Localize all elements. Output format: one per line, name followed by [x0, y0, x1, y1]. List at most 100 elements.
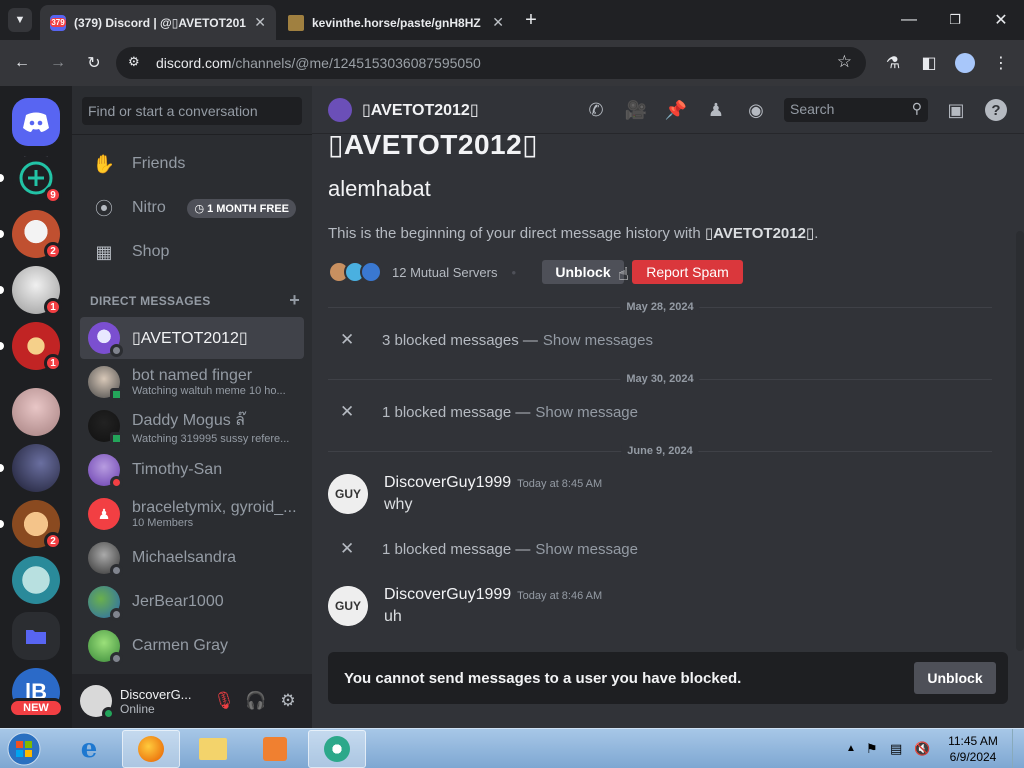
close-window-button[interactable]: ✕ — [978, 6, 1024, 34]
voice-call-icon[interactable]: ✆ — [584, 98, 608, 122]
server-icon[interactable]: 2 — [12, 500, 62, 550]
taskbar-media-icon[interactable] — [246, 730, 304, 768]
new-tab-button[interactable]: + — [520, 8, 542, 32]
header-avatar — [328, 97, 352, 122]
show-message-link[interactable]: Show message — [535, 541, 638, 558]
taskbar-firefox-icon[interactable] — [122, 730, 180, 768]
mute-mic-icon[interactable]: 🎙 — [212, 689, 236, 713]
unread-pill — [0, 342, 4, 350]
settings-gear-icon[interactable]: ⚙ — [276, 689, 300, 713]
address-bar[interactable]: ⚙ discord.com/channels/@me/1245153036087… — [116, 47, 866, 79]
nav-nitro[interactable]: ⦿ Nitro ◷ 1 MONTH FREE — [80, 187, 304, 229]
find-conversation-input[interactable]: Find or start a conversation — [82, 97, 302, 125]
side-panel-icon[interactable]: ◧ — [916, 50, 942, 76]
message-author[interactable]: DiscoverGuy1999 — [384, 586, 511, 603]
report-spam-button[interactable]: Report Spam — [632, 260, 743, 284]
back-button[interactable]: ← — [9, 50, 35, 76]
unblock-button-bottom[interactable]: Unblock — [914, 662, 996, 694]
close-tab-icon[interactable]: ✕ — [254, 14, 266, 31]
blocked-x-icon: ✕ — [340, 402, 355, 421]
clock-time: 11:45 AM — [948, 734, 998, 748]
start-button[interactable] — [4, 730, 44, 768]
dm-item[interactable]: Michaelsandra — [80, 537, 304, 579]
action-center-flag-icon[interactable]: ⚑ — [866, 741, 878, 757]
avatar — [88, 630, 123, 665]
discord-app: 9 2 1 1 2 lB NEW Find or start a convers… — [0, 86, 1024, 728]
windows-taskbar: e ▲ ⚑ ▤ 🔇 11:45 AM 6/9/2024 — [0, 728, 1024, 768]
chrome-menu-icon[interactable]: ⋮ — [988, 50, 1014, 76]
clock[interactable]: 11:45 AM 6/9/2024 — [944, 733, 1002, 765]
server-icon[interactable] — [12, 388, 60, 436]
site-info-icon[interactable]: ⚙ — [128, 54, 140, 70]
dm-item[interactable]: Daddy Mogus ล๊ Watching 319995 sussy refe… — [80, 405, 304, 447]
network-icon[interactable]: ▤ — [890, 741, 902, 757]
chat-scrollbar[interactable] — [1016, 231, 1024, 651]
nav-shop[interactable]: ▦ Shop — [80, 231, 304, 273]
paste-favicon-icon — [288, 14, 304, 31]
dm-item[interactable]: Carmen Gray — [80, 625, 304, 667]
taskbar-ie-icon[interactable]: e — [60, 730, 118, 768]
add-friends-icon[interactable]: ♟ — [704, 98, 728, 122]
search-input[interactable]: Search ⚲ — [784, 98, 928, 122]
browser-tab-paste[interactable]: kevinthe.horse/paste/gnH8HZ ✕ — [278, 5, 514, 40]
taskbar-explorer-icon[interactable] — [184, 730, 242, 768]
nav-friends[interactable]: ✋ Friends — [80, 143, 304, 185]
svg-text:GUY: GUY — [335, 487, 361, 501]
nav-label: Nitro — [132, 199, 166, 216]
server-icon[interactable] — [12, 556, 60, 604]
blocked-messages-row: ✕ 1 blocked message — Show message — [340, 538, 638, 560]
status-mobile-icon — [110, 388, 123, 401]
blocked-text: 1 blocked message — — [382, 540, 531, 558]
svg-text:GUY: GUY — [335, 599, 361, 613]
server-icon-add[interactable]: 9 — [12, 154, 62, 204]
reload-button[interactable]: ↻ — [81, 50, 107, 76]
dm-sidebar: Find or start a conversation ✋ Friends ⦿… — [72, 86, 312, 728]
server-icon[interactable]: 1 — [12, 322, 62, 372]
tab-search-button[interactable]: ▼ — [8, 8, 32, 32]
user-avatar[interactable] — [80, 685, 115, 720]
server-icon[interactable]: 2 — [12, 210, 62, 260]
inbox-icon[interactable]: ▣ — [944, 98, 968, 122]
create-dm-plus-icon[interactable]: + — [289, 291, 300, 309]
dm-item[interactable]: ♟ braceletymix, gyroid_... 10 Members — [80, 493, 304, 535]
mutual-servers[interactable]: 12 Mutual Servers • — [328, 260, 516, 284]
help-icon[interactable]: ? — [984, 98, 1008, 122]
server-icon[interactable]: 1 — [12, 266, 62, 316]
bookmark-star-icon[interactable]: ☆ — [837, 52, 852, 72]
video-call-icon[interactable]: 🎥 — [624, 98, 648, 122]
show-messages-link[interactable]: Show messages — [543, 332, 653, 349]
dm-item[interactable]: bot named finger Watching waltuh meme 10 … — [80, 361, 304, 403]
show-message-link[interactable]: Show message — [535, 404, 638, 421]
pin-icon[interactable]: 📌 — [664, 98, 688, 122]
unblock-button[interactable]: Unblock — [542, 260, 624, 284]
url-host: discord.com — [156, 55, 232, 71]
minimize-button[interactable]: — — [886, 6, 932, 34]
dm-item[interactable]: ▯AVETOT2012▯ — [80, 317, 304, 359]
message-author[interactable]: DiscoverGuy1999 — [384, 474, 511, 491]
shop-icon: ▦ — [95, 241, 113, 262]
browser-tab-discord[interactable]: 379 (379) Discord | @▯AVETOT201 ✕ — [40, 5, 276, 40]
home-button[interactable] — [12, 98, 60, 146]
taskbar-chrome-icon[interactable] — [308, 730, 366, 768]
server-folder[interactable] — [12, 612, 60, 660]
author-avatar[interactable]: GUY — [328, 586, 368, 626]
dm-item[interactable]: Timothy-San — [80, 449, 304, 491]
labs-flask-icon[interactable]: ⚗ — [880, 50, 906, 76]
volume-muted-icon[interactable]: 🔇 — [914, 741, 930, 757]
profile-avatar-icon[interactable] — [952, 50, 978, 76]
avatar — [88, 542, 123, 577]
discord-logo-icon — [23, 112, 49, 132]
user-profile-icon[interactable]: ◉ — [744, 98, 768, 122]
blocked-text: 3 blocked messages — — [382, 331, 538, 349]
user-name: DiscoverG... — [120, 686, 192, 702]
close-tab-icon[interactable]: ✕ — [492, 14, 504, 31]
server-icon[interactable] — [12, 444, 60, 492]
forward-button[interactable]: → — [45, 50, 71, 76]
restore-button[interactable]: ❐ — [932, 6, 978, 34]
show-desktop-button[interactable] — [1012, 729, 1024, 768]
tray-arrow-icon[interactable]: ▲ — [846, 743, 856, 754]
dm-item[interactable]: JerBear1000 — [80, 581, 304, 623]
status-mobile-icon — [110, 432, 123, 445]
headphones-icon[interactable]: 🎧 — [244, 689, 268, 713]
author-avatar[interactable]: GUY — [328, 474, 368, 514]
